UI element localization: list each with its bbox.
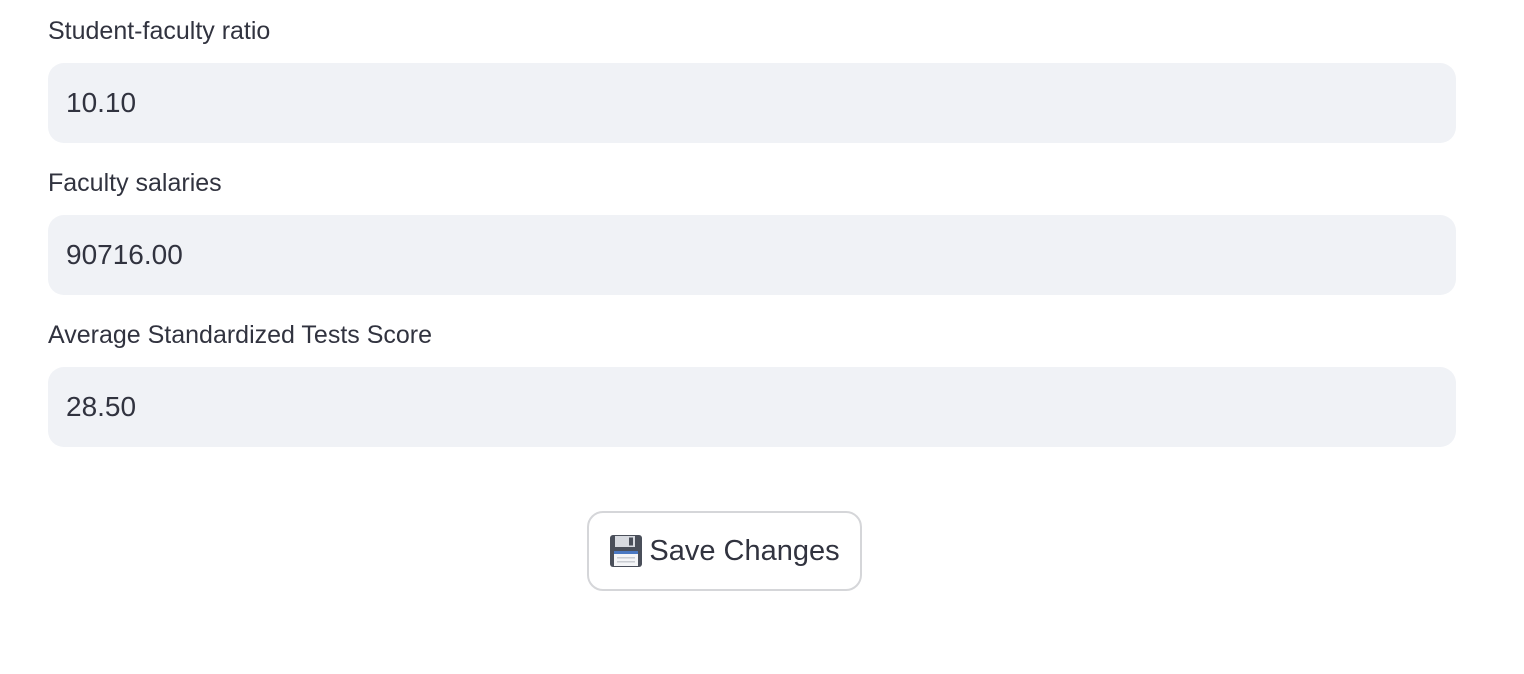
student-faculty-ratio-input[interactable] [48, 63, 1456, 143]
save-changes-label: Save Changes [649, 534, 840, 567]
student-faculty-ratio-field: Student-faculty ratio [48, 0, 1456, 143]
floppy-disk-icon [609, 534, 643, 568]
average-test-score-field: Average Standardized Tests Score [48, 295, 1456, 447]
save-button-container: Save Changes [587, 511, 862, 591]
faculty-salaries-label: Faculty salaries [48, 169, 222, 197]
average-test-score-input[interactable] [48, 367, 1456, 447]
student-faculty-ratio-label: Student-faculty ratio [48, 17, 271, 45]
settings-form: Student-faculty ratio Faculty salaries A… [48, 0, 1456, 447]
save-changes-button[interactable]: Save Changes [587, 511, 862, 591]
average-test-score-label: Average Standardized Tests Score [48, 321, 433, 349]
faculty-salaries-input[interactable] [48, 215, 1456, 295]
faculty-salaries-field: Faculty salaries [48, 143, 1456, 295]
